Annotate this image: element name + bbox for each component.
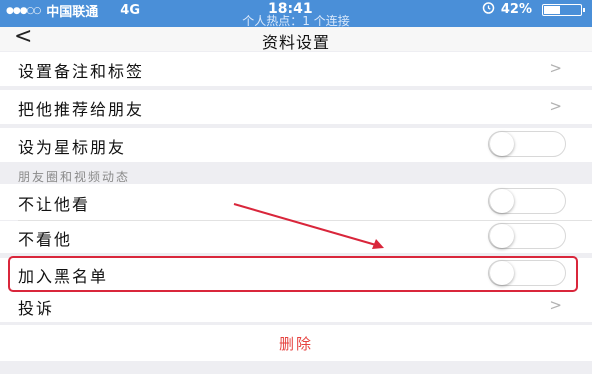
row-label: 不让他看: [18, 195, 91, 214]
star-friend-toggle[interactable]: [488, 131, 566, 157]
row-hide-my-moments: 不让他看: [0, 184, 592, 220]
row-add-to-blacklist: 加入黑名单: [0, 258, 592, 290]
chevron-right-icon: >: [549, 296, 562, 314]
hide-his-moments-toggle[interactable]: [488, 223, 566, 249]
row-label: 不看他: [18, 230, 73, 249]
status-right: 42%: [482, 1, 585, 18]
row-label: 设为星标朋友: [18, 138, 127, 157]
page-title: 资料设置: [261, 33, 330, 52]
battery-icon: [542, 3, 585, 16]
toggle-knob: [490, 261, 514, 285]
chevron-right-icon: >: [549, 97, 562, 115]
row-label: 加入黑名单: [18, 267, 109, 286]
battery-fill: [544, 5, 560, 14]
status-bar: ●●●○○ 中国联通 4G 18:41 个人热点：1 个连接 42%: [0, 0, 592, 28]
alarm-icon: [482, 1, 495, 18]
battery-percent: 42%: [500, 2, 532, 17]
toggle-knob: [490, 189, 514, 213]
hide-my-moments-toggle[interactable]: [488, 188, 566, 214]
row-set-remark-and-tags[interactable]: 设置备注和标签 >: [0, 52, 592, 86]
blacklist-toggle[interactable]: [488, 260, 566, 286]
delete-button[interactable]: 删除: [0, 325, 592, 361]
section-header-moments: 朋友圈和视频动态: [18, 170, 131, 184]
row-hide-his-moments: 不看他: [0, 221, 592, 253]
toggle-knob: [490, 224, 514, 248]
chevron-right-icon: >: [549, 59, 562, 77]
row-label: 把他推荐给朋友: [18, 100, 145, 119]
row-recommend-to-friend[interactable]: 把他推荐给朋友 >: [0, 90, 592, 124]
row-label: 投诉: [18, 299, 55, 318]
row-report[interactable]: 投诉 >: [0, 290, 592, 322]
row-star-friend: 设为星标朋友: [0, 128, 592, 162]
delete-label: 删除: [278, 335, 313, 353]
row-label: 设置备注和标签: [18, 62, 145, 81]
navigation-bar: < 资料设置: [0, 24, 592, 52]
toggle-knob: [490, 132, 514, 156]
